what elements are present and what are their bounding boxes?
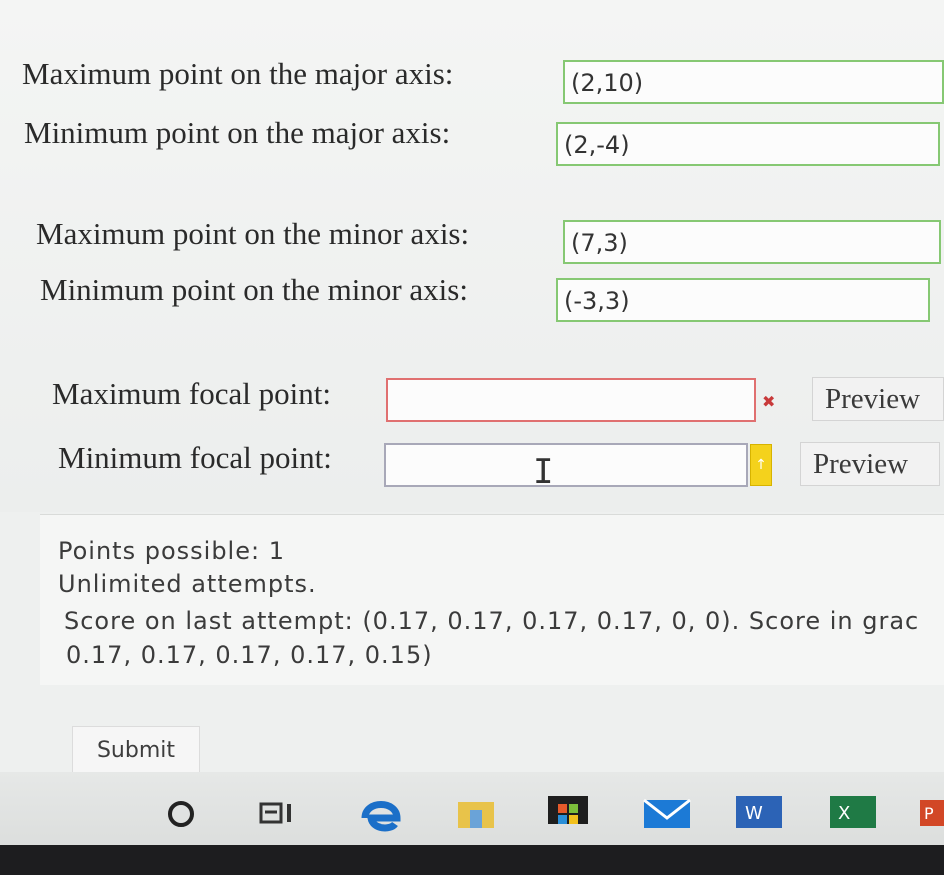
major-max-input[interactable]: (2,10) <box>563 60 944 104</box>
focal-max-input[interactable] <box>386 378 756 422</box>
info-panel: Points possible: 1 Unlimited attempts. S… <box>40 514 944 685</box>
major-min-input[interactable]: (2,-4) <box>556 122 940 166</box>
attempts-text: Unlimited attempts. <box>58 570 317 598</box>
focal-max-label: Maximum focal point: <box>52 376 331 411</box>
focal-min-input[interactable] <box>384 443 748 487</box>
focal-min-label: Minimum focal point: <box>58 440 332 475</box>
incorrect-icon: ✖ <box>762 392 776 411</box>
preview-button-max[interactable]: Preview <box>812 377 944 421</box>
task-view-icon[interactable] <box>255 792 297 832</box>
score-line-2: 0.17, 0.17, 0.17, 0.17, 0.15) <box>66 641 433 669</box>
svg-text:X: X <box>838 803 850 824</box>
question-panel: Maximum point on the major axis: (2,10) … <box>0 0 944 512</box>
major-max-label: Maximum point on the major axis: <box>22 56 454 91</box>
store-icon[interactable] <box>542 784 594 824</box>
score-line-1: Score on last attempt: (0.17, 0.17, 0.17… <box>64 607 920 635</box>
word-icon[interactable]: W <box>732 792 788 832</box>
points-possible: Points possible: 1 <box>58 537 285 565</box>
taskbar: W X P <box>0 772 944 845</box>
cortana-icon[interactable] <box>163 792 199 832</box>
minor-min-input[interactable]: (-3,3) <box>556 278 930 322</box>
monitor-bezel <box>0 845 944 875</box>
excel-icon[interactable]: X <box>826 792 882 832</box>
svg-text:P: P <box>924 804 934 823</box>
file-explorer-icon[interactable] <box>452 792 500 832</box>
edge-browser-icon[interactable] <box>357 792 403 832</box>
submit-button[interactable]: Submit <box>72 726 200 776</box>
mail-icon[interactable] <box>640 792 694 832</box>
warning-icon: ↑ <box>750 444 772 486</box>
minor-max-input[interactable]: (7,3) <box>563 220 941 264</box>
svg-text:W: W <box>745 803 763 824</box>
text-cursor-icon: I <box>533 452 554 492</box>
minor-max-label: Maximum point on the minor axis: <box>36 216 470 251</box>
screen: Maximum point on the major axis: (2,10) … <box>0 0 944 845</box>
major-min-label: Minimum point on the major axis: <box>24 115 451 150</box>
powerpoint-icon[interactable]: P <box>914 792 944 832</box>
preview-button-min[interactable]: Preview <box>800 442 940 486</box>
minor-min-label: Minimum point on the minor axis: <box>40 272 468 307</box>
